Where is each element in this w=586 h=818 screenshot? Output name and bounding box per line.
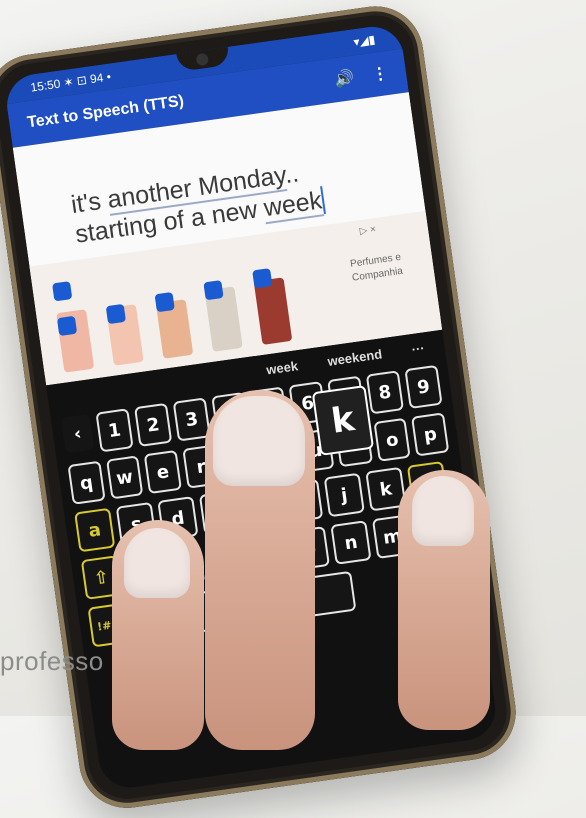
- tag-icon: [56, 315, 78, 337]
- key[interactable]: w: [105, 455, 144, 500]
- watermark-text: professo: [0, 646, 104, 676]
- fingernail: [213, 396, 305, 486]
- speaker-icon[interactable]: 🔊: [333, 68, 356, 91]
- tag-icon: [154, 291, 175, 313]
- index-finger: [205, 390, 315, 750]
- adchoices-icon[interactable]: ▷ ×: [359, 224, 377, 237]
- key[interactable]: e: [143, 449, 182, 495]
- key-back[interactable]: ‹: [60, 413, 95, 454]
- signal-battery-icons: ▾◢▮: [352, 32, 377, 50]
- key[interactable]: n: [330, 520, 372, 565]
- tag-icon: [203, 280, 224, 301]
- fingernail: [124, 528, 190, 598]
- fingernail: [412, 476, 474, 546]
- text-segment-underlined: week: [262, 186, 325, 225]
- text-segment: it's: [69, 186, 110, 220]
- middle-finger: [398, 470, 490, 730]
- tag-icon: [252, 268, 273, 289]
- suggestion[interactable]: week: [265, 358, 299, 377]
- key[interactable]: 2: [134, 402, 173, 447]
- status-icons: ✶ ⊡ 94 •: [62, 69, 112, 90]
- more-vert-icon[interactable]: ⋮: [371, 63, 390, 85]
- text-segment: ..: [282, 159, 301, 190]
- key[interactable]: o: [373, 417, 412, 462]
- key[interactable]: a: [74, 507, 116, 553]
- key-preview-popup: k: [311, 385, 375, 456]
- suggestion-more[interactable]: ···: [411, 340, 426, 357]
- delete-icon[interactable]: [52, 281, 73, 302]
- tag-icon: [105, 303, 127, 325]
- key[interactable]: q: [67, 460, 106, 505]
- ad-brand: Perfumes e Companhia: [349, 251, 404, 286]
- key[interactable]: 1: [95, 408, 134, 453]
- key[interactable]: 8: [365, 370, 405, 415]
- key[interactable]: j: [323, 472, 365, 518]
- key[interactable]: p: [411, 412, 450, 457]
- status-time: 15:50: [29, 76, 62, 95]
- key[interactable]: 9: [404, 364, 443, 410]
- suggestion[interactable]: weekend: [327, 346, 383, 368]
